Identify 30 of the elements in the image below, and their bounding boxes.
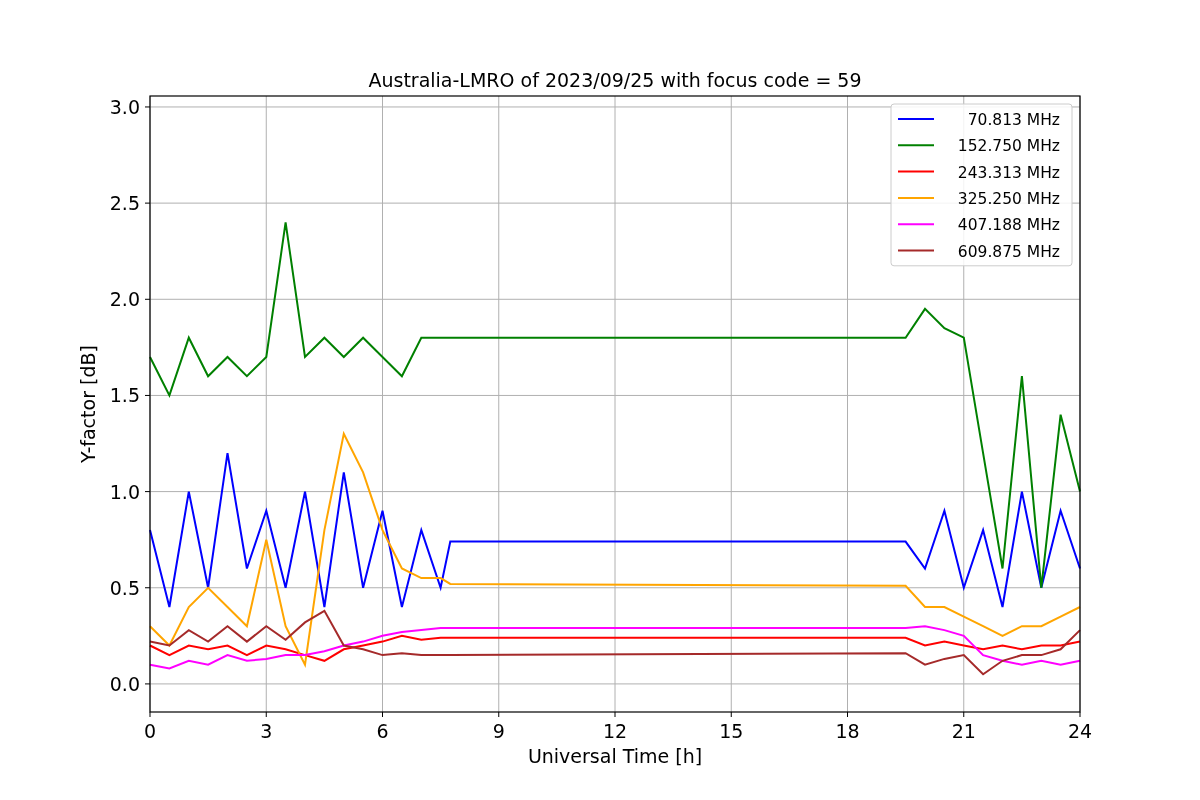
x-tick-label: 9 — [492, 720, 505, 742]
legend-label: 325.250 MHz — [957, 189, 1060, 208]
x-tick-label: 3 — [260, 720, 273, 742]
legend-label: 70.813 MHz — [967, 111, 1060, 129]
legend-swatch — [897, 249, 935, 252]
y-tick-label: 3.0 — [109, 95, 140, 118]
y-tick-label: 2.5 — [109, 192, 140, 215]
legend-label: 243.313 MHz — [957, 163, 1060, 182]
y-tick-label: 0.5 — [109, 576, 140, 599]
x-tick-label: 6 — [376, 720, 389, 742]
x-tick-label: 24 — [1067, 720, 1093, 742]
x-tick-label: 12 — [602, 720, 628, 742]
chart-title: Australia-LMRO of 2023/09/25 with focus code = 59 — [368, 69, 862, 91]
x-tick-label: 15 — [719, 720, 744, 742]
legend-swatch — [897, 223, 935, 226]
x-tick-label: 21 — [951, 720, 976, 742]
x-tick-label: 18 — [835, 720, 860, 742]
y-tick-label: 2.0 — [109, 288, 140, 311]
legend-label: 609.875 MHz — [957, 242, 1060, 261]
legend-label: 407.188 MHz — [957, 216, 1060, 235]
legend-swatch — [897, 170, 935, 173]
legend-label: 152.750 MHz — [957, 137, 1060, 156]
y-axis-label: Y-factor [dB] — [77, 345, 99, 463]
y-tick-label: 0.0 — [109, 672, 140, 695]
y-tick-label: 1.0 — [109, 480, 140, 503]
x-axis-label: Universal Time [h] — [527, 745, 703, 767]
legend-swatch — [897, 196, 935, 199]
y-tick-label: 1.5 — [109, 384, 140, 407]
x-tick-label: 0 — [143, 720, 157, 742]
legend-swatch — [897, 144, 935, 147]
